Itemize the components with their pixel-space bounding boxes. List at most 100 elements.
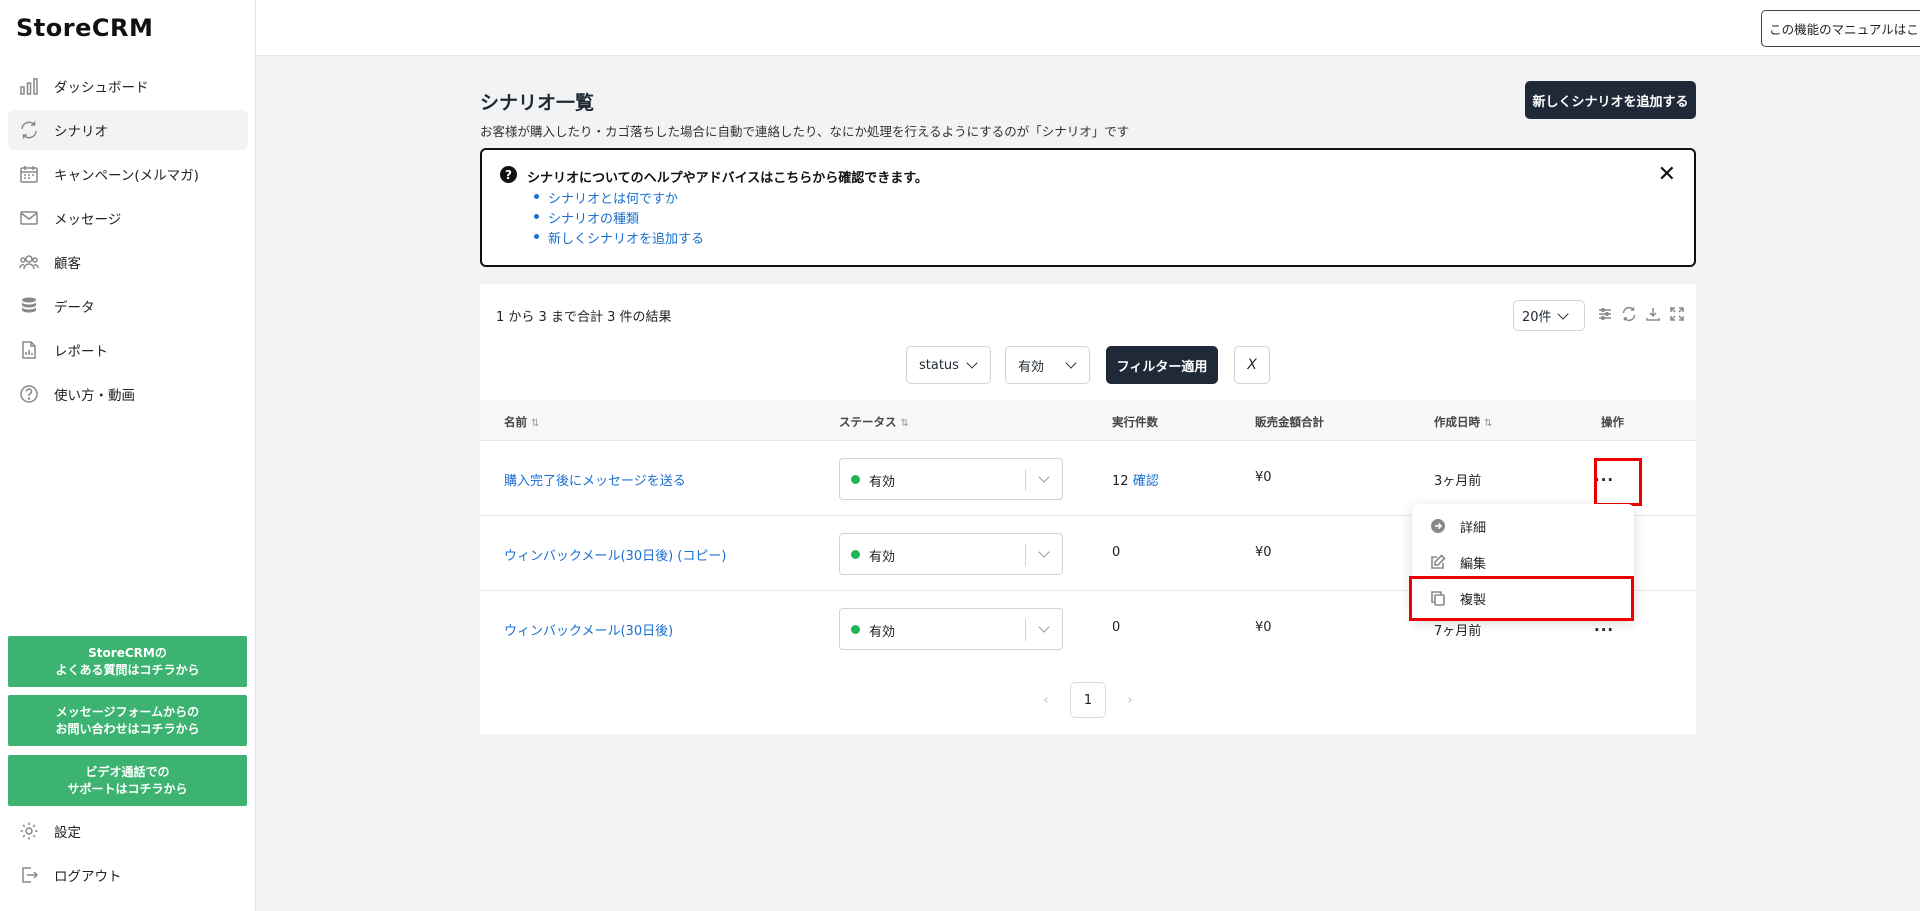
pagination-prev[interactable]: ‹ [1028, 682, 1064, 718]
sidebar-item-scenario[interactable]: シナリオ [8, 110, 248, 150]
faq-support-button[interactable]: StoreCRMの よくある質問はコチラから [8, 636, 247, 687]
filter-field-select[interactable]: status [906, 346, 991, 384]
sidebar-item-label: メッセージ [54, 212, 122, 228]
status-label: 有効 [869, 550, 896, 565]
chevron-down-icon [1038, 621, 1050, 633]
question-icon: ? [500, 166, 517, 183]
execution-count: 0 [1112, 620, 1121, 635]
sidebar-item-customers[interactable]: 顧客 [8, 242, 248, 282]
sidebar-nav: ダッシュボード シナリオ キャンペーン(メルマガ) メッセージ 顧客 データ レ… [8, 66, 248, 418]
scenario-name-link[interactable]: ウィンバックメール(30日後) (コピー) [504, 545, 726, 564]
highlight-box [1409, 576, 1634, 621]
help-link-what-is-scenario[interactable]: シナリオとは何ですか [533, 188, 704, 208]
result-count: 1 から 3 まで合計 3 件の結果 [496, 310, 672, 325]
status-active-dot [851, 475, 860, 484]
status-label: 有効 [869, 475, 896, 490]
gear-icon [18, 820, 40, 842]
close-icon[interactable]: ✕ [1658, 164, 1676, 186]
column-header-actions: 操作 [1601, 415, 1624, 429]
download-icon[interactable] [1645, 306, 1663, 324]
help-link-add-scenario[interactable]: 新しくシナリオを追加する [533, 228, 704, 248]
chevron-down-icon [1065, 357, 1077, 369]
status-active-dot [851, 625, 860, 634]
help-box: ? シナリオについてのヘルプやアドバイスはこちらから確認できます。 シナリオとは… [480, 148, 1696, 267]
help-circle-icon [18, 383, 40, 405]
refresh-icon [18, 119, 40, 141]
confirm-link[interactable]: 確認 [1133, 474, 1159, 489]
help-links: シナリオとは何ですか シナリオの種類 新しくシナリオを追加する [533, 188, 704, 248]
manual-button[interactable]: この機能のマニュアルはこちら [1761, 10, 1920, 47]
sidebar-item-message[interactable]: メッセージ [8, 198, 248, 238]
sidebar-item-settings[interactable]: 設定 [8, 811, 248, 851]
chevron-down-icon [1556, 307, 1569, 320]
sidebar: StoreCRM ダッシュボード シナリオ キャンペーン(メルマガ) メッセージ… [0, 0, 256, 911]
filter-value-text: 有効 [1018, 359, 1045, 375]
page-size-select[interactable]: 20件 [1513, 300, 1585, 331]
filter-value-select[interactable]: 有効 [1005, 346, 1090, 384]
pagination-next[interactable]: › [1112, 682, 1148, 718]
app-logo[interactable]: StoreCRM [16, 14, 153, 42]
help-title: シナリオについてのヘルプやアドバイスはこちらから確認できます。 [527, 171, 928, 186]
mail-icon [18, 207, 40, 229]
filter-field-value: status [919, 357, 959, 373]
sales-total: ¥0 [1255, 470, 1272, 485]
status-active-dot [851, 550, 860, 559]
sidebar-item-logout[interactable]: ログアウト [8, 855, 248, 895]
pagination-page[interactable]: 1 [1070, 682, 1106, 718]
sidebar-item-label: レポート [54, 344, 108, 360]
sidebar-item-data[interactable]: データ [8, 286, 248, 326]
edit-icon [1431, 554, 1446, 569]
message-form-support-button[interactable]: メッセージフォームからの お問い合わせはコチラから [8, 695, 247, 746]
bar-chart-icon [18, 75, 40, 97]
logout-icon [18, 864, 40, 886]
sidebar-item-label: シナリオ [54, 124, 108, 140]
menu-item-detail[interactable]: 詳細 [1412, 508, 1634, 544]
status-select[interactable]: 有効 [839, 458, 1063, 500]
scenario-name-link[interactable]: 購入完了後にメッセージを送る [504, 470, 686, 489]
report-icon [18, 339, 40, 361]
table-header: 名前 ⇅ ステータス ⇅ 実行件数 販売金額合計 作成日時 ⇅ 操作 [480, 400, 1696, 441]
status-select[interactable]: 有効 [839, 608, 1063, 650]
chevron-down-icon [1038, 546, 1050, 558]
chevron-down-icon [1038, 471, 1050, 483]
sidebar-item-label: キャンペーン(メルマガ) [54, 168, 199, 184]
users-icon [18, 251, 40, 273]
sales-total: ¥0 [1255, 620, 1272, 635]
top-bar: この機能のマニュアルはこちら [256, 0, 1920, 56]
arrow-circle-icon [1431, 519, 1445, 533]
add-scenario-button[interactable]: 新しくシナリオを追加する [1525, 81, 1696, 119]
column-header-created[interactable]: 作成日時 ⇅ [1434, 414, 1492, 430]
sidebar-item-report[interactable]: レポート [8, 330, 248, 370]
sidebar-item-dashboard[interactable]: ダッシュボード [8, 66, 248, 106]
sidebar-item-campaign[interactable]: キャンペーン(メルマガ) [8, 154, 248, 194]
menu-item-edit[interactable]: 編集 [1412, 544, 1634, 580]
status-select[interactable]: 有効 [839, 533, 1063, 575]
sidebar-item-label: データ [54, 300, 95, 316]
sidebar-item-label: 使い方・動画 [54, 388, 135, 404]
sidebar-item-howto[interactable]: 使い方・動画 [8, 374, 248, 414]
fullscreen-icon[interactable] [1669, 306, 1687, 324]
sidebar-item-label: ダッシュボード [54, 80, 149, 96]
page-subtitle: お客様が購入したり・カゴ落ちした場合に自動で連絡したり、なにか処理を行えるように… [480, 124, 1130, 139]
refresh-icon[interactable] [1621, 306, 1639, 324]
sort-icon: ⇅ [900, 418, 909, 429]
created-at: 7ヶ月前 [1434, 624, 1482, 639]
apply-filter-button[interactable]: フィルター適用 [1106, 346, 1218, 384]
database-icon [18, 295, 40, 317]
column-header-name[interactable]: 名前 ⇅ [504, 414, 539, 430]
sort-icon: ⇅ [531, 418, 540, 429]
help-link-scenario-types[interactable]: シナリオの種類 [533, 208, 704, 228]
column-header-count: 実行件数 [1112, 415, 1158, 429]
video-call-support-button[interactable]: ビデオ通話での サポートはコチラから [8, 755, 247, 806]
sidebar-item-label: ログアウト [54, 869, 122, 885]
scenario-name-link[interactable]: ウィンバックメール(30日後) [504, 620, 673, 639]
chevron-down-icon [966, 357, 978, 369]
sales-total: ¥0 [1255, 545, 1272, 560]
column-settings-icon[interactable] [1597, 306, 1615, 324]
sidebar-item-label: 設定 [54, 825, 81, 841]
column-header-status[interactable]: ステータス ⇅ [839, 414, 909, 430]
clear-filter-button[interactable]: X [1234, 346, 1270, 384]
calendar-icon [18, 163, 40, 185]
sidebar-item-label: 顧客 [54, 256, 81, 272]
menu-item-label: 編集 [1460, 556, 1487, 572]
